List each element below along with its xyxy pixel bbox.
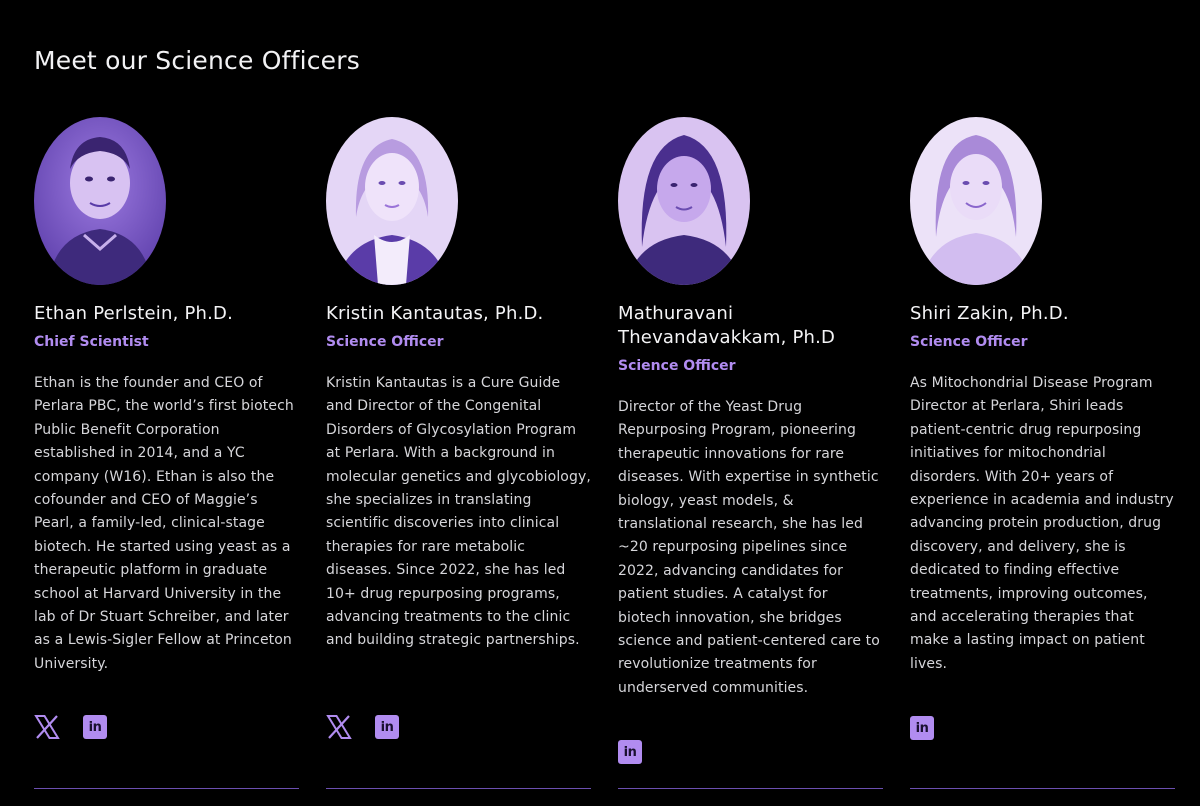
officer-card: Mathuravani Thevandavakkam, Ph.D Science… — [618, 117, 883, 791]
officer-role: Science Officer — [910, 334, 1028, 350]
officer-bio: Kristin Kantautas is a Cure Guide and Di… — [326, 375, 591, 649]
card-divider — [618, 788, 883, 789]
linkedin-icon[interactable]: in — [83, 715, 107, 739]
officer-card: Shiri Zakin, Ph.D. Science Officer As Mi… — [910, 117, 1175, 791]
officer-name: Kristin Kantautas, Ph.D. — [326, 303, 544, 324]
linkedin-icon[interactable]: in — [910, 716, 934, 740]
science-officers-page: Meet our Science Officers Ethan Perlstei… — [0, 0, 1200, 806]
officer-role: Science Officer — [618, 358, 736, 374]
x-icon[interactable] — [326, 714, 352, 740]
officer-role: Science Officer — [326, 334, 444, 350]
social-links: in — [910, 716, 934, 740]
officer-card: Ethan Perlstein, Ph.D. Chief Scientist E… — [34, 117, 299, 791]
linkedin-icon-label: in — [380, 719, 394, 735]
linkedin-icon[interactable]: in — [618, 740, 642, 764]
officer-name: Mathuravani Thevandavakkam, Ph.D — [618, 303, 836, 348]
linkedin-icon-label: in — [88, 719, 102, 735]
officer-bio: Ethan is the founder and CEO of Perlara … — [34, 375, 294, 672]
linkedin-icon-label: in — [623, 744, 637, 760]
officer-portrait — [34, 117, 166, 285]
officer-bio: Director of the Yeast Drug Repurposing P… — [618, 399, 880, 696]
social-links: in — [326, 714, 399, 740]
officer-name: Ethan Perlstein, Ph.D. — [34, 303, 234, 324]
section-title: Meet our Science Officers — [34, 46, 360, 75]
linkedin-icon[interactable]: in — [375, 715, 399, 739]
card-divider — [34, 788, 299, 789]
social-links: in — [34, 714, 107, 740]
officer-name: Shiri Zakin, Ph.D. — [910, 303, 1069, 324]
officer-role: Chief Scientist — [34, 334, 149, 350]
x-icon[interactable] — [34, 714, 60, 740]
officer-grid: Ethan Perlstein, Ph.D. Chief Scientist E… — [34, 117, 1175, 791]
officer-bio: As Mitochondrial Disease Program Directo… — [910, 375, 1174, 672]
social-links: in — [618, 740, 642, 764]
officer-card: Kristin Kantautas, Ph.D. Science Officer… — [326, 117, 591, 791]
card-divider — [910, 788, 1175, 789]
officer-portrait — [326, 117, 458, 285]
linkedin-icon-label: in — [915, 720, 929, 736]
card-divider — [326, 788, 591, 789]
officer-portrait — [910, 117, 1042, 285]
officer-portrait — [618, 117, 750, 285]
